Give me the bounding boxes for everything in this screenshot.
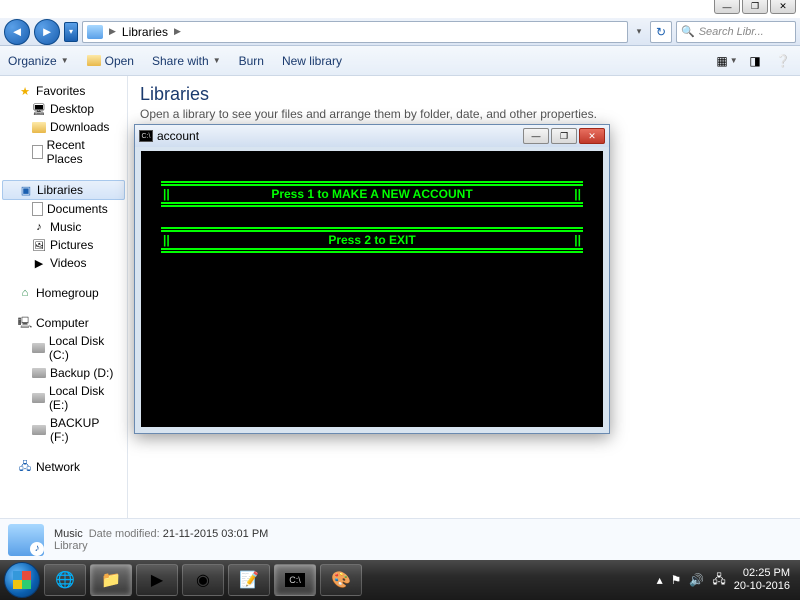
- folder-icon: [32, 122, 46, 133]
- sidebar-favorites[interactable]: ★Favorites: [0, 82, 127, 100]
- details-type: Library: [54, 540, 268, 552]
- drive-icon: [32, 343, 45, 353]
- sidebar-item-pictures[interactable]: 🖼Pictures: [0, 236, 127, 254]
- refresh-button[interactable]: ↻: [650, 21, 672, 43]
- sidebar-libraries[interactable]: ▣Libraries: [2, 180, 125, 200]
- sidebar-homegroup[interactable]: ⌂Homegroup: [0, 284, 127, 302]
- view-options-button[interactable]: ▦▼: [718, 52, 736, 70]
- console-option-1: Press 1 to MAKE A NEW ACCOUNT: [172, 187, 573, 201]
- taskbar-app-ie[interactable]: 🌐: [44, 564, 86, 596]
- sidebar-item-drive-e[interactable]: Local Disk (E:): [0, 382, 127, 414]
- breadcrumb[interactable]: ▶ Libraries ▶: [82, 21, 628, 43]
- drive-icon: [32, 368, 46, 378]
- sidebar-computer[interactable]: 🖳Computer: [0, 314, 127, 332]
- navigation-sidebar: ★Favorites 🖥Desktop Downloads Recent Pla…: [0, 76, 128, 528]
- tray-volume-icon[interactable]: 🔊: [689, 573, 704, 587]
- command-toolbar: Organize▼ Open Share with▼ Burn New libr…: [0, 46, 800, 76]
- details-pane: MusicDate modified: 21-11-2015 03:01 PM …: [0, 518, 800, 560]
- burn-button[interactable]: Burn: [239, 54, 264, 68]
- page-subtitle: Open a library to see your files and arr…: [140, 107, 788, 121]
- sidebar-item-documents[interactable]: Documents: [0, 200, 127, 218]
- tray-flag-icon[interactable]: ⚑: [671, 573, 682, 587]
- start-button[interactable]: [4, 562, 40, 598]
- document-icon: [32, 202, 43, 216]
- organize-menu[interactable]: Organize▼: [8, 54, 69, 68]
- breadcrumb-dropdown[interactable]: ▾: [632, 26, 646, 37]
- console-titlebar[interactable]: C:\ account — ❐ ✕: [135, 125, 609, 147]
- sidebar-item-drive-f[interactable]: BACKUP (F:): [0, 414, 127, 446]
- sidebar-item-music[interactable]: ♪Music: [0, 218, 127, 236]
- tray-network-icon[interactable]: 🖧: [712, 570, 725, 591]
- document-icon: [32, 145, 43, 159]
- sidebar-item-drive-d[interactable]: Backup (D:): [0, 364, 127, 382]
- page-title: Libraries: [140, 84, 788, 105]
- taskbar: 🌐 📁 ▶ ◉ 📝 C:\ 🎨 ▴ ⚑ 🔊 🖧 02:25 PM 20-10-2…: [0, 560, 800, 600]
- sidebar-item-videos[interactable]: ▶Videos: [0, 254, 127, 272]
- search-icon: 🔍: [681, 25, 695, 38]
- breadcrumb-item[interactable]: Libraries: [122, 25, 168, 39]
- details-name: Music: [54, 528, 83, 540]
- music-library-icon: [8, 524, 44, 556]
- open-button[interactable]: Open: [87, 54, 134, 68]
- pictures-icon: 🖼: [32, 238, 46, 252]
- window-minimize-button[interactable]: —: [714, 0, 740, 14]
- console-minimize-button[interactable]: —: [523, 128, 549, 144]
- details-mod-label: Date modified:: [89, 528, 160, 540]
- open-icon: [87, 55, 101, 66]
- taskbar-app-chrome[interactable]: ◉: [182, 564, 224, 596]
- homegroup-icon: ⌂: [18, 286, 32, 300]
- details-mod-value: 21-11-2015 03:01 PM: [163, 528, 269, 540]
- libraries-icon: ▣: [19, 183, 33, 197]
- network-icon: 🖧: [18, 460, 32, 474]
- nav-back-button[interactable]: ◄: [4, 19, 30, 45]
- nav-forward-button[interactable]: ►: [34, 19, 60, 45]
- content-pane: Libraries Open a library to see your fil…: [128, 76, 800, 528]
- console-window[interactable]: C:\ account — ❐ ✕ ||Press 1 to MAKE A NE…: [134, 124, 610, 434]
- star-icon: ★: [18, 84, 32, 98]
- system-tray: ▴ ⚑ 🔊 🖧 02:25 PM 20-10-2016: [657, 567, 796, 593]
- sidebar-item-downloads[interactable]: Downloads: [0, 118, 127, 136]
- console-maximize-button[interactable]: ❐: [551, 128, 577, 144]
- taskbar-app-cmd[interactable]: C:\: [274, 564, 316, 596]
- taskbar-clock[interactable]: 02:25 PM 20-10-2016: [734, 567, 790, 593]
- window-close-button[interactable]: ✕: [770, 0, 796, 14]
- drive-icon: [32, 393, 45, 403]
- chevron-right-icon: ▶: [174, 26, 181, 37]
- search-placeholder: Search Libr...: [699, 26, 764, 38]
- sidebar-network[interactable]: 🖧Network: [0, 458, 127, 476]
- videos-icon: ▶: [32, 256, 46, 270]
- address-bar: ◄ ► ▾ ▶ Libraries ▶ ▾ ↻ 🔍 Search Libr...: [0, 18, 800, 46]
- search-input[interactable]: 🔍 Search Libr...: [676, 21, 796, 43]
- sidebar-item-desktop[interactable]: 🖥Desktop: [0, 100, 127, 118]
- nav-history-dropdown[interactable]: ▾: [64, 22, 78, 42]
- window-maximize-button[interactable]: ❐: [742, 0, 768, 14]
- music-icon: ♪: [32, 220, 46, 234]
- console-option-2: Press 2 to EXIT: [172, 233, 573, 247]
- preview-pane-button[interactable]: ◨: [746, 52, 764, 70]
- taskbar-app-notes[interactable]: 📝: [228, 564, 270, 596]
- console-close-button[interactable]: ✕: [579, 128, 605, 144]
- sidebar-item-recent[interactable]: Recent Places: [0, 136, 127, 168]
- console-title-text: account: [157, 129, 199, 143]
- sidebar-item-drive-c[interactable]: Local Disk (C:): [0, 332, 127, 364]
- desktop-icon: 🖥: [32, 102, 46, 116]
- computer-icon: 🖳: [18, 316, 32, 330]
- taskbar-app-media[interactable]: ▶: [136, 564, 178, 596]
- share-menu[interactable]: Share with▼: [152, 54, 221, 68]
- drive-icon: [32, 425, 46, 435]
- cmd-icon: C:\: [139, 130, 153, 142]
- taskbar-app-explorer[interactable]: 📁: [90, 564, 132, 596]
- new-library-button[interactable]: New library: [282, 54, 342, 68]
- help-button[interactable]: ❔: [774, 52, 792, 70]
- chevron-right-icon: ▶: [109, 26, 116, 37]
- tray-show-hidden-icon[interactable]: ▴: [657, 573, 663, 587]
- taskbar-app-paint[interactable]: 🎨: [320, 564, 362, 596]
- console-body[interactable]: ||Press 1 to MAKE A NEW ACCOUNT|| ||Pres…: [141, 151, 603, 427]
- libraries-icon: [87, 25, 103, 39]
